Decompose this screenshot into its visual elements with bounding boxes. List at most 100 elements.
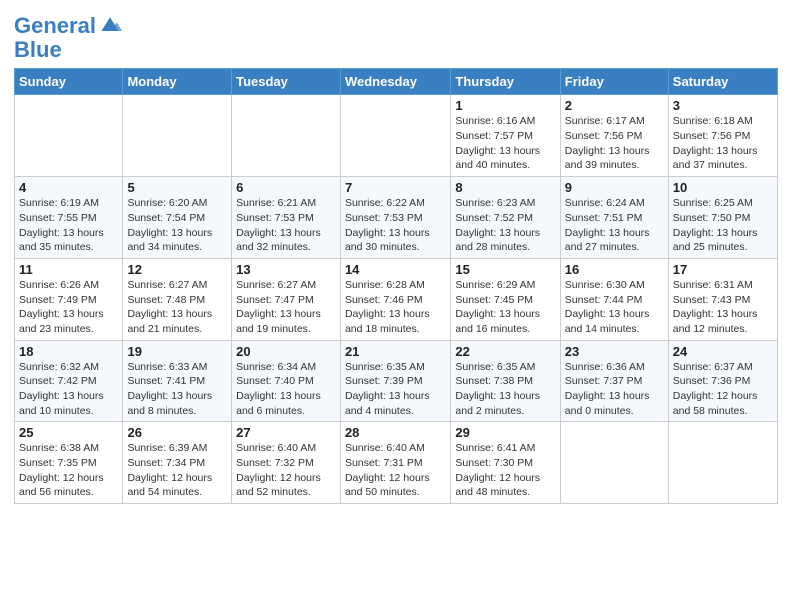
calendar-cell <box>123 95 232 177</box>
day-number: 14 <box>345 262 446 277</box>
day-number: 1 <box>455 98 555 113</box>
calendar-cell: 13Sunrise: 6:27 AM Sunset: 7:47 PM Dayli… <box>232 258 341 340</box>
calendar-header-wednesday: Wednesday <box>340 69 450 95</box>
day-number: 26 <box>127 425 227 440</box>
calendar-week-5: 25Sunrise: 6:38 AM Sunset: 7:35 PM Dayli… <box>15 422 778 504</box>
calendar-cell: 17Sunrise: 6:31 AM Sunset: 7:43 PM Dayli… <box>668 258 777 340</box>
day-info: Sunrise: 6:33 AM Sunset: 7:41 PM Dayligh… <box>127 360 227 419</box>
calendar-cell: 3Sunrise: 6:18 AM Sunset: 7:56 PM Daylig… <box>668 95 777 177</box>
day-number: 24 <box>673 344 773 359</box>
day-number: 29 <box>455 425 555 440</box>
calendar-cell: 5Sunrise: 6:20 AM Sunset: 7:54 PM Daylig… <box>123 177 232 259</box>
day-info: Sunrise: 6:34 AM Sunset: 7:40 PM Dayligh… <box>236 360 336 419</box>
day-info: Sunrise: 6:29 AM Sunset: 7:45 PM Dayligh… <box>455 278 555 337</box>
calendar-cell <box>668 422 777 504</box>
day-number: 6 <box>236 180 336 195</box>
day-info: Sunrise: 6:27 AM Sunset: 7:47 PM Dayligh… <box>236 278 336 337</box>
calendar-header-saturday: Saturday <box>668 69 777 95</box>
calendar-header-thursday: Thursday <box>451 69 560 95</box>
day-info: Sunrise: 6:26 AM Sunset: 7:49 PM Dayligh… <box>19 278 118 337</box>
calendar-table: SundayMondayTuesdayWednesdayThursdayFrid… <box>14 68 778 504</box>
day-number: 2 <box>565 98 664 113</box>
calendar-header-row: SundayMondayTuesdayWednesdayThursdayFrid… <box>15 69 778 95</box>
calendar-cell: 10Sunrise: 6:25 AM Sunset: 7:50 PM Dayli… <box>668 177 777 259</box>
calendar-week-2: 4Sunrise: 6:19 AM Sunset: 7:55 PM Daylig… <box>15 177 778 259</box>
day-info: Sunrise: 6:38 AM Sunset: 7:35 PM Dayligh… <box>19 441 118 500</box>
calendar-cell: 15Sunrise: 6:29 AM Sunset: 7:45 PM Dayli… <box>451 258 560 340</box>
day-info: Sunrise: 6:27 AM Sunset: 7:48 PM Dayligh… <box>127 278 227 337</box>
day-info: Sunrise: 6:37 AM Sunset: 7:36 PM Dayligh… <box>673 360 773 419</box>
header: General Blue <box>14 10 778 62</box>
logo-text-line2: Blue <box>14 38 122 62</box>
page: General Blue SundayMondayTuesdayWednesda… <box>0 0 792 612</box>
day-info: Sunrise: 6:35 AM Sunset: 7:39 PM Dayligh… <box>345 360 446 419</box>
day-number: 8 <box>455 180 555 195</box>
calendar-cell: 22Sunrise: 6:35 AM Sunset: 7:38 PM Dayli… <box>451 340 560 422</box>
day-number: 15 <box>455 262 555 277</box>
day-number: 21 <box>345 344 446 359</box>
calendar-cell <box>232 95 341 177</box>
logo-icon <box>98 15 122 35</box>
day-number: 10 <box>673 180 773 195</box>
day-info: Sunrise: 6:40 AM Sunset: 7:31 PM Dayligh… <box>345 441 446 500</box>
day-info: Sunrise: 6:39 AM Sunset: 7:34 PM Dayligh… <box>127 441 227 500</box>
day-number: 17 <box>673 262 773 277</box>
day-info: Sunrise: 6:32 AM Sunset: 7:42 PM Dayligh… <box>19 360 118 419</box>
calendar-cell: 19Sunrise: 6:33 AM Sunset: 7:41 PM Dayli… <box>123 340 232 422</box>
calendar-cell: 16Sunrise: 6:30 AM Sunset: 7:44 PM Dayli… <box>560 258 668 340</box>
calendar-cell: 11Sunrise: 6:26 AM Sunset: 7:49 PM Dayli… <box>15 258 123 340</box>
day-number: 4 <box>19 180 118 195</box>
calendar-cell: 21Sunrise: 6:35 AM Sunset: 7:39 PM Dayli… <box>340 340 450 422</box>
calendar-cell: 1Sunrise: 6:16 AM Sunset: 7:57 PM Daylig… <box>451 95 560 177</box>
calendar-header-monday: Monday <box>123 69 232 95</box>
day-number: 25 <box>19 425 118 440</box>
calendar-header-tuesday: Tuesday <box>232 69 341 95</box>
day-info: Sunrise: 6:36 AM Sunset: 7:37 PM Dayligh… <box>565 360 664 419</box>
calendar-cell: 2Sunrise: 6:17 AM Sunset: 7:56 PM Daylig… <box>560 95 668 177</box>
day-info: Sunrise: 6:20 AM Sunset: 7:54 PM Dayligh… <box>127 196 227 255</box>
day-number: 20 <box>236 344 336 359</box>
day-number: 27 <box>236 425 336 440</box>
day-number: 5 <box>127 180 227 195</box>
day-number: 16 <box>565 262 664 277</box>
calendar-cell: 24Sunrise: 6:37 AM Sunset: 7:36 PM Dayli… <box>668 340 777 422</box>
day-info: Sunrise: 6:40 AM Sunset: 7:32 PM Dayligh… <box>236 441 336 500</box>
day-number: 13 <box>236 262 336 277</box>
calendar-cell: 6Sunrise: 6:21 AM Sunset: 7:53 PM Daylig… <box>232 177 341 259</box>
calendar-cell: 29Sunrise: 6:41 AM Sunset: 7:30 PM Dayli… <box>451 422 560 504</box>
calendar-cell: 25Sunrise: 6:38 AM Sunset: 7:35 PM Dayli… <box>15 422 123 504</box>
calendar-header-sunday: Sunday <box>15 69 123 95</box>
calendar-cell <box>15 95 123 177</box>
day-info: Sunrise: 6:35 AM Sunset: 7:38 PM Dayligh… <box>455 360 555 419</box>
calendar-cell: 26Sunrise: 6:39 AM Sunset: 7:34 PM Dayli… <box>123 422 232 504</box>
day-number: 23 <box>565 344 664 359</box>
day-number: 22 <box>455 344 555 359</box>
day-info: Sunrise: 6:24 AM Sunset: 7:51 PM Dayligh… <box>565 196 664 255</box>
day-number: 11 <box>19 262 118 277</box>
calendar-cell: 8Sunrise: 6:23 AM Sunset: 7:52 PM Daylig… <box>451 177 560 259</box>
day-info: Sunrise: 6:21 AM Sunset: 7:53 PM Dayligh… <box>236 196 336 255</box>
logo: General Blue <box>14 14 122 62</box>
day-number: 28 <box>345 425 446 440</box>
day-info: Sunrise: 6:22 AM Sunset: 7:53 PM Dayligh… <box>345 196 446 255</box>
calendar-cell: 28Sunrise: 6:40 AM Sunset: 7:31 PM Dayli… <box>340 422 450 504</box>
calendar-cell <box>340 95 450 177</box>
day-number: 9 <box>565 180 664 195</box>
calendar-week-1: 1Sunrise: 6:16 AM Sunset: 7:57 PM Daylig… <box>15 95 778 177</box>
day-info: Sunrise: 6:25 AM Sunset: 7:50 PM Dayligh… <box>673 196 773 255</box>
day-number: 3 <box>673 98 773 113</box>
calendar-cell: 7Sunrise: 6:22 AM Sunset: 7:53 PM Daylig… <box>340 177 450 259</box>
day-info: Sunrise: 6:31 AM Sunset: 7:43 PM Dayligh… <box>673 278 773 337</box>
day-number: 19 <box>127 344 227 359</box>
day-number: 18 <box>19 344 118 359</box>
calendar-cell: 18Sunrise: 6:32 AM Sunset: 7:42 PM Dayli… <box>15 340 123 422</box>
day-info: Sunrise: 6:18 AM Sunset: 7:56 PM Dayligh… <box>673 114 773 173</box>
calendar-cell: 20Sunrise: 6:34 AM Sunset: 7:40 PM Dayli… <box>232 340 341 422</box>
calendar-cell: 27Sunrise: 6:40 AM Sunset: 7:32 PM Dayli… <box>232 422 341 504</box>
calendar-header-friday: Friday <box>560 69 668 95</box>
day-number: 12 <box>127 262 227 277</box>
day-info: Sunrise: 6:17 AM Sunset: 7:56 PM Dayligh… <box>565 114 664 173</box>
calendar-week-3: 11Sunrise: 6:26 AM Sunset: 7:49 PM Dayli… <box>15 258 778 340</box>
calendar-week-4: 18Sunrise: 6:32 AM Sunset: 7:42 PM Dayli… <box>15 340 778 422</box>
logo-text-line1: General <box>14 14 96 38</box>
